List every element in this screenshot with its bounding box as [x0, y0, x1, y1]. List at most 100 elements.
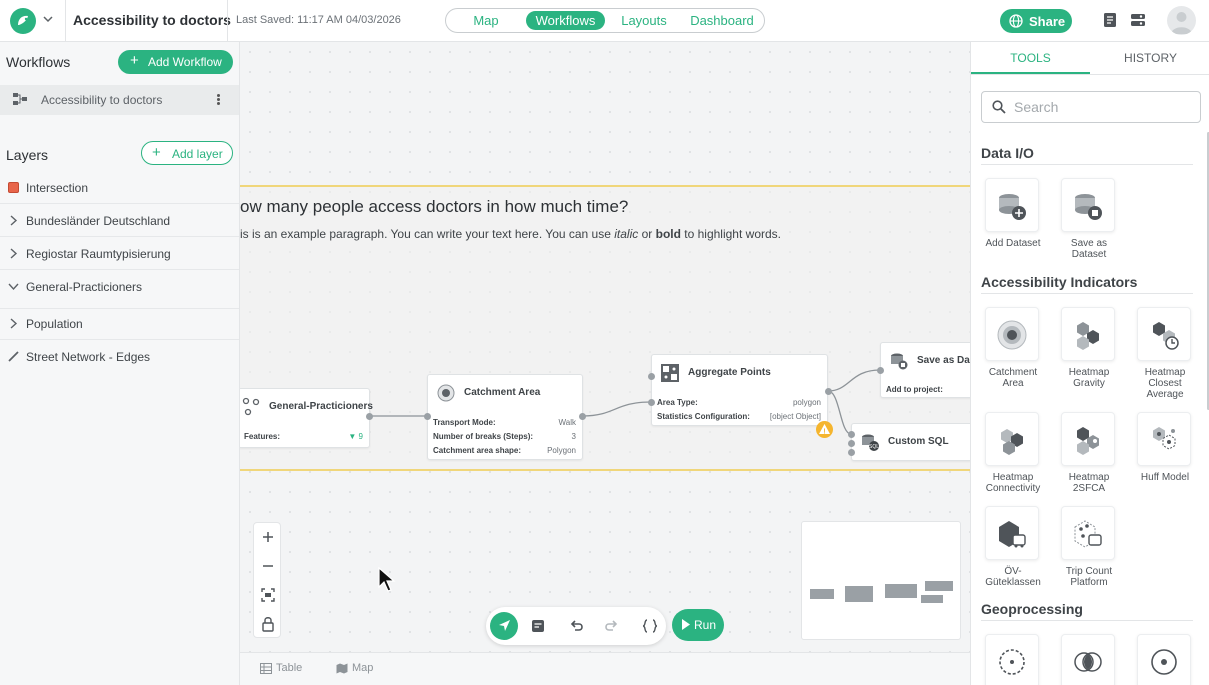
prop-value: Walk — [558, 418, 576, 427]
tab-table-label: Table — [276, 662, 303, 674]
layer-label: General-Practicioners — [26, 280, 143, 294]
zoom-out-icon[interactable] — [254, 552, 282, 580]
prop-value: ▼ 9 — [348, 432, 363, 441]
code-braces-icon[interactable] — [636, 612, 664, 640]
chevron-down-icon[interactable] — [8, 281, 19, 292]
workflow-canvas[interactable]: ow many people access doctors in how muc… — [240, 42, 970, 652]
tab-dashboard[interactable]: Dashboard — [683, 11, 761, 30]
undo-icon[interactable] — [563, 612, 591, 640]
tool-label: Heatmap Gravity — [1068, 367, 1110, 389]
tab-map-view[interactable]: Map — [336, 662, 373, 674]
settings-panel-icon[interactable] — [1130, 12, 1146, 28]
save-dataset-icon — [891, 353, 908, 370]
tool-tile — [1061, 506, 1115, 560]
redo-icon[interactable] — [597, 612, 625, 640]
tab-layouts[interactable]: Layouts — [609, 11, 679, 30]
chevron-right-icon[interactable] — [8, 318, 19, 329]
left-panel: Workflows + Add Workflow Accessibility t… — [0, 42, 240, 685]
category-geoprocessing: Geoprocessing — [981, 601, 1083, 617]
document-icon[interactable] — [1102, 12, 1118, 28]
plus-icon: + — [130, 52, 139, 69]
add-layer-button[interactable]: + Add layer — [141, 141, 233, 165]
square-icon — [8, 182, 19, 193]
share-button[interactable]: Share — [1000, 9, 1072, 33]
node-general-practicioners[interactable]: General-Practicioners Features: ▼ 9 — [240, 388, 373, 448]
globe-icon — [1009, 14, 1023, 28]
sql-icon: SQL — [862, 434, 879, 451]
output-port[interactable] — [825, 388, 832, 395]
zoom-in-icon[interactable] — [254, 523, 282, 551]
node-custom-sql[interactable]: SQL Custom SQL — [851, 423, 970, 461]
last-saved-status: Last Saved: 11:17 AM 04/03/2026 — [236, 14, 401, 26]
input-port[interactable] — [877, 367, 884, 374]
workflow-item[interactable]: Accessibility to doctors — [0, 85, 239, 115]
share-label: Share — [1029, 14, 1066, 29]
bottom-tabs: Table Map — [240, 652, 970, 685]
lock-icon[interactable] — [254, 610, 282, 638]
layer-intersection[interactable]: Intersection — [0, 172, 239, 204]
chevron-down-icon[interactable] — [42, 13, 54, 25]
tab-table[interactable]: Table — [260, 662, 303, 674]
input-port[interactable] — [648, 373, 655, 380]
tool-label: Heatmap Connectivity — [985, 472, 1041, 494]
more-options-icon[interactable] — [214, 93, 222, 107]
layer-label: Bundesländer Deutschland — [26, 214, 171, 228]
public-transport-icon — [999, 521, 1026, 548]
add-dataset-icon — [999, 194, 1026, 220]
chevron-right-icon[interactable] — [8, 215, 19, 226]
app-logo[interactable] — [10, 8, 36, 34]
tool-tile — [1061, 412, 1115, 466]
svg-text:SQL: SQL — [869, 444, 879, 450]
layer-label: Intersection — [26, 181, 89, 195]
warning-icon[interactable]: ! — [816, 421, 833, 438]
tool-label: Huff Model — [1140, 472, 1190, 483]
layer-bundeslaender[interactable]: Bundesländer Deutschland — [0, 205, 239, 237]
add-workflow-button[interactable]: + Add Workflow — [118, 50, 233, 74]
tool-search-input[interactable] — [981, 91, 1201, 123]
intersection-icon — [1074, 652, 1102, 672]
minimap[interactable] — [801, 521, 961, 640]
node-title: General-Practicioners — [269, 401, 373, 412]
fit-view-icon[interactable] — [254, 581, 282, 609]
output-port[interactable] — [579, 413, 586, 420]
input-port[interactable] — [424, 413, 431, 420]
divider — [981, 620, 1193, 621]
node-property: Number of breaks (Steps): 3 — [433, 432, 576, 444]
huff-model-icon — [1153, 427, 1176, 450]
node-property: Transport Mode: Walk — [433, 418, 576, 430]
tool-tile — [1137, 307, 1191, 361]
tool-label: Trip Count Platform — [1065, 566, 1113, 588]
tab-history[interactable]: HISTORY — [1091, 42, 1209, 74]
select-tool-icon[interactable] — [490, 612, 518, 640]
note-tool-icon[interactable] — [524, 612, 552, 640]
tab-workflows[interactable]: Workflows — [526, 11, 605, 30]
output-port[interactable] — [366, 413, 373, 420]
input-port[interactable] — [848, 449, 855, 456]
node-save-as-dataset[interactable]: Save as Dat Add to project: — [880, 342, 970, 398]
layer-general-practicioners[interactable]: General-Practicioners — [0, 271, 239, 309]
tab-map[interactable]: Map — [450, 11, 522, 30]
chevron-right-icon[interactable] — [8, 248, 19, 259]
node-catchment-area[interactable]: Catchment Area Transport Mode: Walk Numbe… — [427, 374, 583, 460]
node-aggregate-points[interactable]: Aggregate Points Area Type: polygon Stati… — [651, 354, 828, 426]
layer-regiostar[interactable]: Regiostar Raumtypisierung — [0, 238, 239, 270]
run-button[interactable]: Run — [672, 609, 724, 641]
canvas-toolbar — [486, 607, 666, 645]
minimap-node — [925, 581, 953, 591]
layer-street-network[interactable]: Street Network - Edges — [0, 341, 239, 373]
tool-label: Heatmap 2SFCA — [1068, 472, 1110, 494]
tool-tile — [1061, 178, 1115, 232]
prop-key: Catchment area shape: — [433, 446, 522, 455]
tab-tools[interactable]: TOOLS — [971, 42, 1090, 74]
tool-label: Add Dataset — [985, 238, 1041, 249]
layer-population[interactable]: Population — [0, 308, 239, 340]
catchment-icon — [437, 384, 455, 402]
input-port[interactable] — [848, 431, 855, 438]
node-title: Save as Dat — [917, 355, 970, 366]
input-port[interactable] — [848, 440, 855, 447]
heatmap-closest-icon — [1153, 322, 1179, 350]
centroid-icon — [1151, 649, 1177, 675]
input-port[interactable] — [648, 399, 655, 406]
node-title: Custom SQL — [888, 436, 949, 447]
user-avatar[interactable] — [1167, 6, 1196, 35]
